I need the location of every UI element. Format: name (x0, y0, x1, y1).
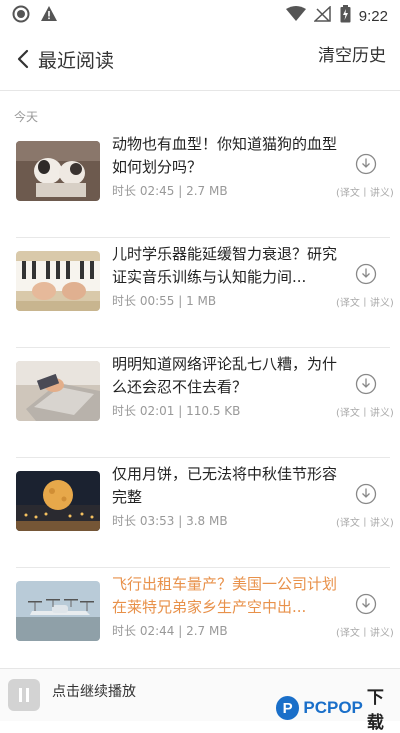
meta-separator: | (178, 404, 183, 418)
status-bar: 9:22 (0, 0, 400, 30)
duration: 时长 02:44 (112, 624, 175, 638)
file-size: 1 MB (186, 294, 217, 308)
meta-separator: | (178, 624, 183, 638)
article-title: 仅用月饼，已无法将中秋佳节形容完整 (112, 465, 338, 506)
download-label: (译文丨讲义) (336, 408, 394, 419)
duration: 时长 03:53 (112, 514, 175, 528)
download-icon[interactable] (355, 153, 377, 175)
clock: 9:22 (358, 7, 388, 25)
article-meta: 时长 02:45 | 2.7 MB (112, 182, 228, 199)
list-item[interactable]: 飞行出租车量产？美国一公司计划在莱特兄弟家乡生产空中出... 时长 02:44 … (0, 568, 400, 678)
article-thumbnail (16, 471, 100, 531)
resume-playback-text[interactable]: 点击继续播放 (52, 681, 136, 701)
meta-separator: | (178, 184, 183, 198)
clear-history-button[interactable]: 清空历史 (318, 41, 386, 66)
meta-separator: | (178, 294, 183, 308)
meta-separator: | (178, 514, 183, 528)
logo-brand: PCPOP (303, 698, 363, 717)
record-icon (12, 5, 30, 27)
section-label-today: 今天 (14, 110, 39, 124)
article-thumbnail (16, 581, 100, 641)
download-icon[interactable] (355, 483, 377, 505)
download-icon[interactable] (355, 263, 377, 285)
list-item[interactable]: 儿时学乐器能延缓智力衰退？研究证实音乐训练与认知能力间... 时长 00:55 … (0, 238, 400, 348)
list-item[interactable]: 动物也有血型！你知道猫狗的血型如何划分吗？ 时长 02:45 | 2.7 MB … (0, 128, 400, 238)
download-icon[interactable] (355, 593, 377, 615)
no-signal-icon (312, 5, 332, 26)
page-title: 最近阅读 (38, 50, 115, 72)
article-meta: 时长 02:01 | 110.5 KB (112, 402, 240, 419)
duration: 时长 02:45 (112, 184, 175, 198)
article-thumbnail (16, 251, 100, 311)
article-title: 儿时学乐器能延缓智力衰退？研究证实音乐训练与认知能力间... (112, 245, 338, 286)
article-thumbnail (16, 141, 100, 201)
logo-suffix: 下载 (366, 688, 384, 733)
duration: 时长 02:01 (112, 404, 175, 418)
article-meta: 时长 00:55 | 1 MB (112, 292, 216, 309)
wifi-icon (285, 6, 306, 26)
warning-icon (40, 5, 58, 27)
logo-mark: P (276, 696, 300, 720)
chevron-left-icon[interactable] (14, 47, 34, 71)
battery-charging-icon (340, 5, 351, 27)
download-label: (译文丨讲义) (336, 628, 394, 639)
list-item[interactable]: 明明知道网络评论乱七八糟，为什么还会忍不住去看？ 时长 02:01 | 110.… (0, 348, 400, 458)
article-meta: 时长 03:53 | 3.8 MB (112, 512, 228, 529)
file-size: 2.7 MB (186, 624, 228, 638)
watermark-logo: P PCPOP 下载 (276, 683, 400, 733)
pause-icon[interactable] (8, 679, 40, 711)
article-title: 飞行出租车量产？美国一公司计划在莱特兄弟家乡生产空中出... (112, 575, 338, 616)
article-meta: 时长 02:44 | 2.7 MB (112, 622, 228, 639)
article-title: 明明知道网络评论乱七八糟，为什么还会忍不住去看？ (112, 355, 338, 396)
header-divider (0, 90, 400, 91)
file-size: 110.5 KB (186, 404, 241, 418)
duration: 时长 00:55 (112, 294, 175, 308)
file-size: 2.7 MB (186, 184, 228, 198)
list-item[interactable]: 仅用月饼，已无法将中秋佳节形容完整 时长 03:53 | 3.8 MB (译文丨… (0, 458, 400, 568)
file-size: 3.8 MB (186, 514, 228, 528)
download-label: (译文丨讲义) (336, 188, 394, 199)
article-thumbnail (16, 361, 100, 421)
download-icon[interactable] (355, 373, 377, 395)
article-title: 动物也有血型！你知道猫狗的血型如何划分吗？ (112, 135, 338, 176)
download-label: (译文丨讲义) (336, 518, 394, 529)
app-header: 最近阅读 清空历史 (0, 30, 400, 90)
download-label: (译文丨讲义) (336, 298, 394, 309)
